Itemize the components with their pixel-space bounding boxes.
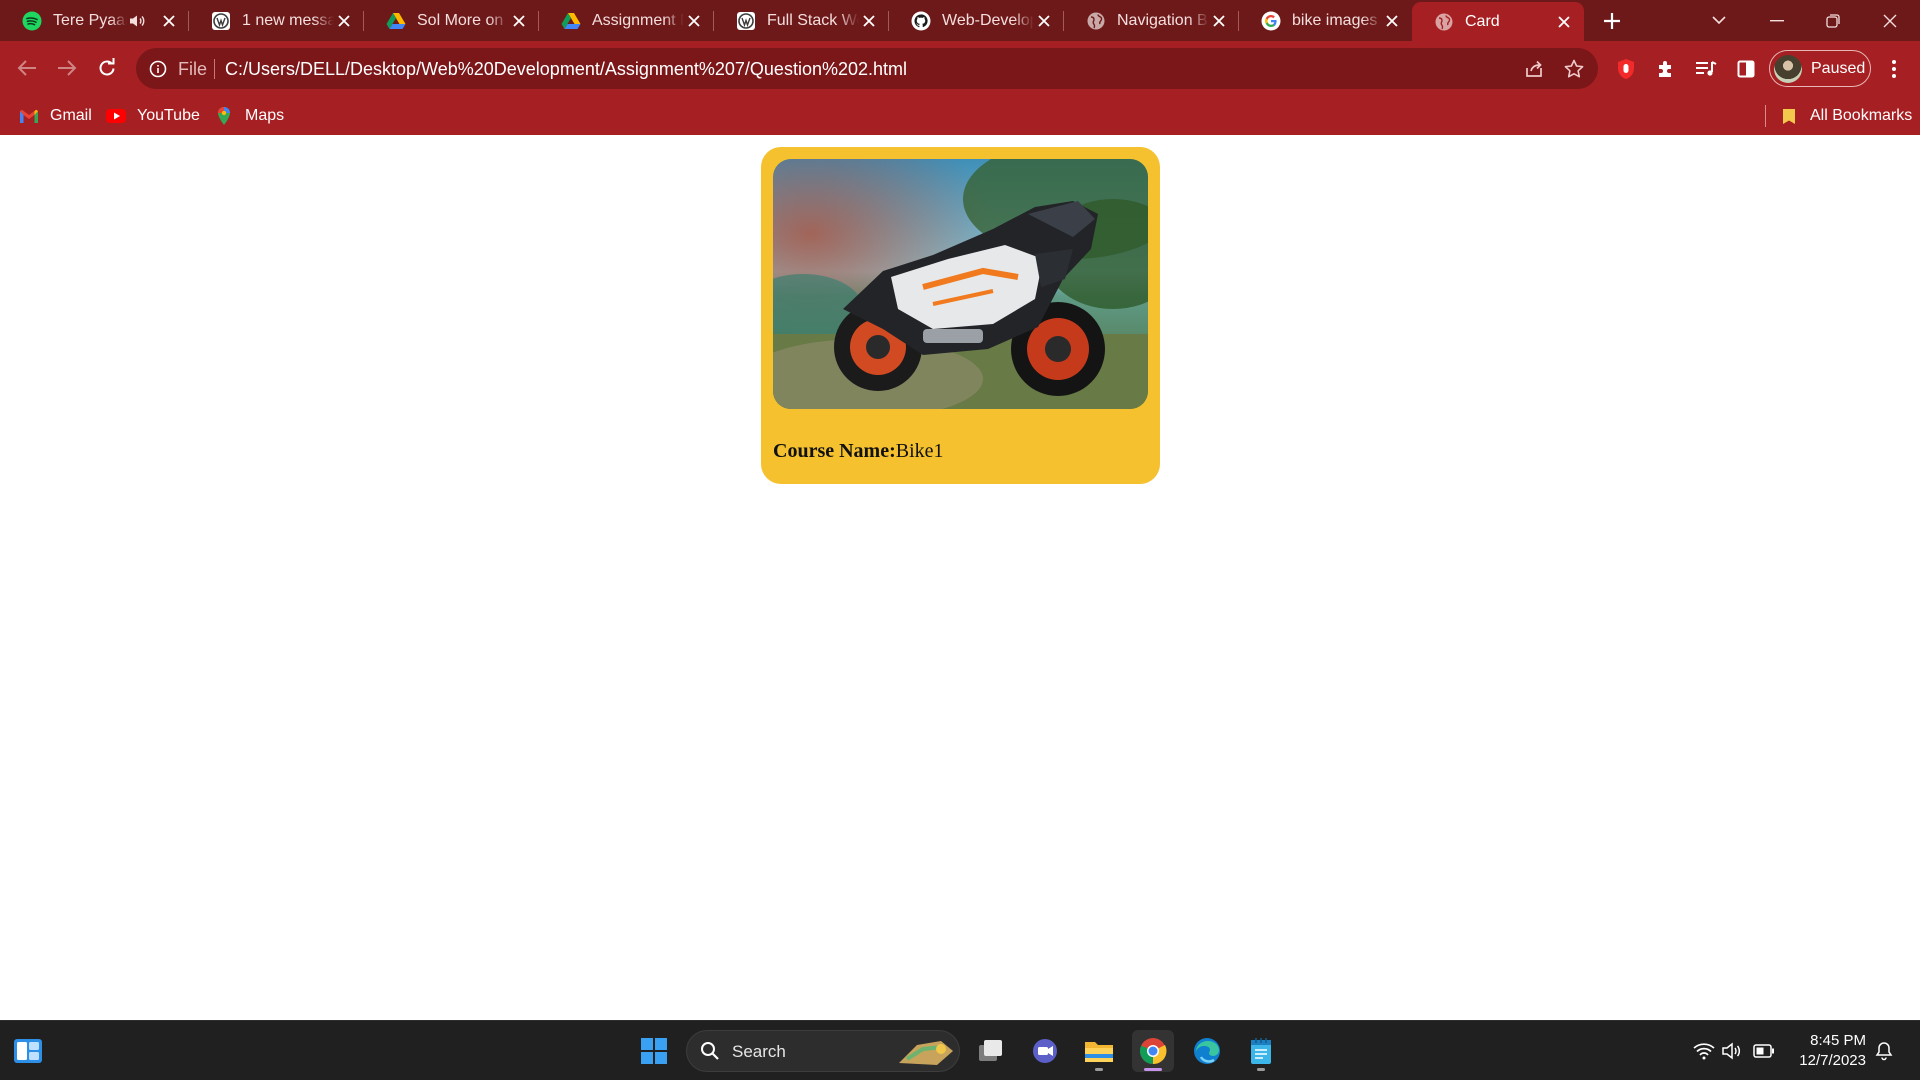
chrome-icon[interactable] [1132,1030,1174,1072]
all-bookmarks-button[interactable]: All Bookmarks [1778,105,1912,127]
extension-adblock-icon[interactable] [1612,55,1640,83]
close-tab-icon[interactable] [334,11,354,31]
tab-google-drive-sol[interactable]: Sol More on G [364,0,539,41]
search-highlight-icon [897,1037,955,1072]
close-tab-icon[interactable] [684,11,704,31]
forward-button[interactable] [51,52,83,84]
tab-card-active[interactable]: Card [1412,2,1584,41]
close-tab-icon[interactable] [1209,11,1229,31]
tab-github-web-develop[interactable]: Web-Develop [889,0,1064,41]
youtube-icon [105,106,127,126]
restore-button[interactable] [1805,0,1861,41]
avatar [1774,54,1802,83]
share-icon[interactable] [1523,58,1545,80]
tab-google-drive-assignment[interactable]: Assignment N [539,0,714,41]
google-drive-icon [386,11,406,31]
windows-taskbar: Search 8:45 PM 12/7/2023 [0,1020,1920,1080]
globe-icon [1434,12,1454,32]
minimize-button[interactable] [1749,0,1805,41]
close-tab-icon[interactable] [859,11,879,31]
notepad-icon[interactable] [1240,1030,1282,1072]
tab-full-stack-web[interactable]: Full Stack Web [714,0,889,41]
url-text[interactable]: C:/Users/DELL/Desktop/Web%20Development/… [225,59,907,80]
taskbar-search[interactable]: Search [686,1030,960,1072]
system-clock[interactable]: 8:45 PM 12/7/2023 [1799,1031,1866,1071]
side-panel-icon[interactable] [1732,55,1760,83]
bookmark-star-icon[interactable] [1563,58,1585,80]
close-tab-icon[interactable] [1554,12,1574,32]
menu-kebab-icon[interactable] [1880,55,1908,83]
edge-icon[interactable] [1186,1030,1228,1072]
media-control-icon[interactable] [1692,55,1720,83]
github-icon [911,11,931,31]
wordpress-icon [736,11,756,31]
bookmark-gmail[interactable]: Gmail [18,105,92,127]
extensions-puzzle-icon[interactable] [1652,55,1680,83]
spotify-icon [22,11,42,31]
gmail-icon [18,106,40,126]
file-explorer-icon[interactable] [1078,1030,1120,1072]
notification-bell-icon[interactable] [1872,1039,1896,1063]
teams-chat-icon[interactable] [1024,1030,1066,1072]
wifi-icon[interactable] [1692,1039,1716,1063]
clock-date: 12/7/2023 [1799,1052,1866,1069]
folder-icon [1778,106,1800,126]
course-name-caption: Course Name:Bike1 [773,440,944,463]
close-tab-icon[interactable] [1034,11,1054,31]
tab-search-button[interactable] [1691,0,1747,41]
scheme-label: File [178,59,208,79]
reload-button[interactable] [91,52,123,84]
battery-icon[interactable] [1752,1039,1776,1063]
course-name-label: Course Name: [773,440,896,462]
new-tab-button[interactable] [1598,7,1626,35]
motorcycle-photo [773,159,1148,409]
globe-icon [1086,11,1106,31]
back-button[interactable] [11,52,43,84]
google-icon [1261,11,1281,31]
close-tab-icon[interactable] [509,11,529,31]
page-viewport: Course Name:Bike1 [0,135,1920,1020]
audio-playing-icon[interactable] [127,11,147,31]
close-window-button[interactable] [1862,0,1918,41]
task-view-icon[interactable] [970,1030,1012,1072]
tab-spotify[interactable]: Tere Pyaar [0,0,189,41]
tab-wordpress-message[interactable]: 1 new message [189,0,364,41]
address-bar[interactable]: File C:/Users/DELL/Desktop/Web%20Develop… [136,48,1598,89]
bookmark-youtube[interactable]: YouTube [105,105,200,127]
start-icon[interactable] [633,1030,675,1072]
widgets-icon[interactable] [7,1030,49,1072]
clock-time: 8:45 PM [1810,1032,1866,1049]
wordpress-icon [211,11,231,31]
info-icon[interactable] [148,59,168,79]
profile-button[interactable]: Paused [1769,50,1871,87]
browser-toolbar: File C:/Users/DELL/Desktop/Web%20Develop… [0,41,1920,96]
course-card: Course Name:Bike1 [761,147,1160,484]
bookmark-maps[interactable]: Maps [213,105,284,127]
course-name-value: Bike1 [895,440,944,462]
close-tab-icon[interactable] [1382,11,1402,31]
tab-navigation-bar[interactable]: Navigation Ba [1064,0,1239,41]
close-tab-icon[interactable] [159,11,179,31]
bookmarks-bar: Gmail YouTube Maps All Bookmarks [0,96,1920,135]
browser-tab-strip: Tere Pyaar 1 new message Sol More on G [0,0,1920,41]
tab-google-bike-images[interactable]: bike images - [1239,0,1412,41]
maps-icon [213,106,235,126]
volume-icon[interactable] [1720,1039,1744,1063]
search-icon [700,1041,720,1066]
google-drive-icon [561,11,581,31]
